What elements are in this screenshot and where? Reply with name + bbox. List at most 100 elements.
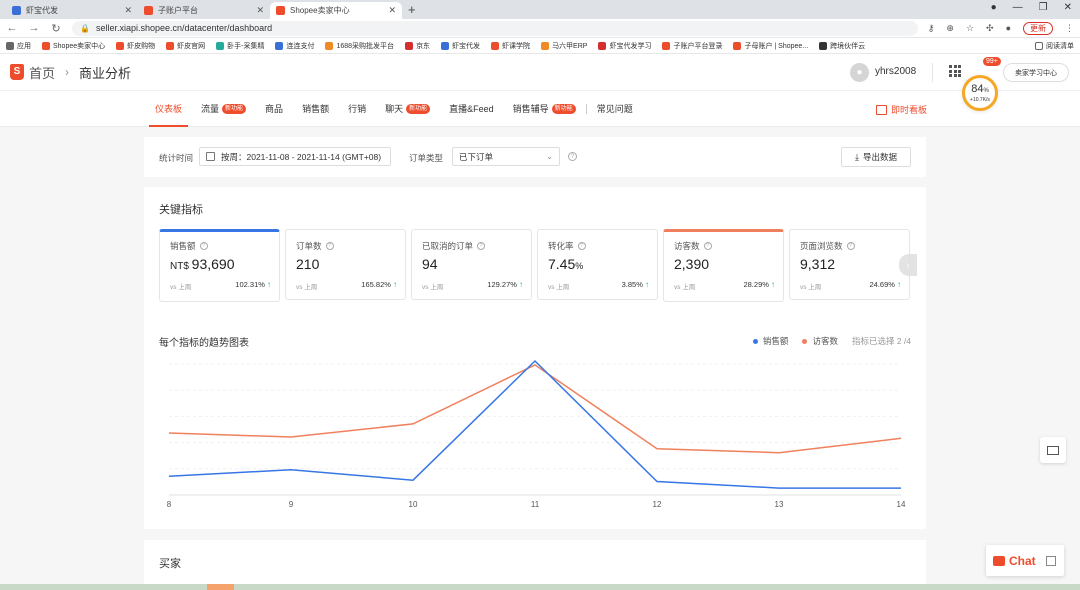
chevron-right-icon[interactable]: › [899, 254, 917, 276]
extensions-icon[interactable]: ✣ [986, 23, 994, 34]
metric-card[interactable]: 转化率? 7.45% vs 上周 3.85% ↑ [537, 229, 658, 300]
bookmark-icon [662, 41, 671, 50]
avatar[interactable]: ● [850, 63, 869, 82]
new-tab-button[interactable]: + [408, 2, 416, 19]
tab-7[interactable]: 销售辅导 新功能 [513, 91, 576, 127]
tab-5[interactable]: 聊天 新功能 [385, 91, 431, 127]
account-icon[interactable]: ● [1006, 23, 1011, 33]
username[interactable]: yhrs2008 [875, 66, 916, 77]
reading-list[interactable]: 阅读清单 [1035, 41, 1074, 51]
reload-icon[interactable]: ↻ [50, 22, 62, 35]
back-icon[interactable]: ← [6, 22, 18, 34]
apps-grid-icon[interactable] [949, 65, 961, 77]
window-close-icon[interactable]: ✕ [1064, 2, 1072, 13]
close-icon[interactable]: ✕ [124, 5, 132, 16]
vs-label: vs 上周 [548, 284, 570, 291]
bookmark-label: 子账户平台登录 [673, 42, 723, 50]
bookmark-item[interactable]: 卧手-采集精 [216, 41, 264, 51]
shopee-logo-icon[interactable]: S [10, 64, 24, 80]
zoom-icon[interactable]: ⊕ [946, 23, 954, 34]
metric-number: 7.45 [548, 256, 576, 272]
chat-button[interactable]: Chat [986, 545, 1064, 576]
tab-label: 仪表板 [155, 103, 183, 114]
legend-visitors[interactable]: 访客数 [802, 335, 838, 347]
bookmark-icon [441, 41, 450, 50]
tab-title: 虾宝代发 [26, 6, 58, 15]
bookmark-label: 虾皮购物 [127, 42, 156, 50]
browser-tab-1[interactable]: 子账户平台 ✕ [138, 2, 270, 19]
bookmark-item[interactable]: 虾皮官网 [166, 41, 205, 51]
tab-4[interactable]: 行销 [348, 91, 366, 127]
bookmark-item[interactable]: 虾宝代发学习 [598, 41, 651, 51]
help-icon[interactable]: ? [199, 242, 208, 250]
trend-chart-icon [876, 104, 887, 115]
bookmark-item[interactable]: 连连支付 [275, 41, 314, 51]
update-button[interactable]: 更新 [1023, 21, 1053, 35]
star-icon[interactable]: ☆ [966, 23, 974, 34]
realtime-dashboard-link[interactable]: 即时看板 [876, 103, 927, 116]
close-icon[interactable]: ✕ [256, 5, 264, 16]
taskbar-item [207, 584, 234, 590]
bookmark-icon [491, 41, 500, 50]
performance-ring[interactable]: 84% +10.7K/s [962, 75, 998, 111]
seller-learning-center-button[interactable]: 卖家学习中心 [1003, 63, 1069, 82]
key-icon[interactable]: ⚷ [928, 23, 935, 34]
metric-card[interactable]: 订单数? 210 vs 上周 165.82% ↑ [285, 229, 406, 300]
bookmark-item[interactable]: 子账户平台登录 [662, 41, 722, 51]
bookmark-item[interactable]: 虾课学院 [491, 41, 530, 51]
help-icon[interactable]: ? [703, 242, 712, 250]
tab-6[interactable]: 直播&Feed [449, 91, 494, 127]
metric-card[interactable]: 页面浏览数? 9,312 vs 上周 24.69% ↑ [789, 229, 910, 300]
maximize-icon[interactable]: ❐ [1039, 2, 1048, 13]
help-icon[interactable]: ? [846, 242, 855, 250]
metric-card[interactable]: 销售额? NT$ 93,690 vs 上周 102.31% ↑ [159, 229, 280, 302]
realtime-label: 即时看板 [891, 105, 928, 115]
message-button[interactable] [1040, 437, 1066, 463]
tab-3[interactable]: 销售额 [302, 91, 329, 127]
export-data-button[interactable]: ⤓ 导出数据 [841, 147, 911, 167]
profile-dot-icon[interactable]: ● [991, 2, 997, 13]
bookmark-item[interactable]: 应用 [6, 41, 31, 51]
metric-card[interactable]: 已取消的订单? 94 vs 上周 129.27% ↑ [411, 229, 532, 300]
bookmark-item[interactable]: 京东 [405, 41, 430, 51]
browser-tab-0[interactable]: 虾宝代发 ✕ [6, 2, 138, 19]
series-line-1[interactable] [168, 364, 902, 454]
bookmark-item[interactable]: 子母账户 | Shopee... [733, 41, 808, 51]
date-range-picker[interactable]: 按周：2021-11-08 - 2021-11-14 (GMT+08) [199, 147, 391, 166]
metric-change: 165.82% ↑ [361, 280, 397, 289]
help-icon[interactable]: ? [477, 242, 486, 250]
tab-2[interactable]: 商品 [265, 91, 283, 127]
bookmark-item[interactable]: 虾宝代发 [441, 41, 480, 51]
forward-icon[interactable]: → [28, 22, 40, 34]
bookmark-icon [216, 41, 225, 50]
help-icon[interactable]: ? [325, 242, 334, 250]
change-value: 102.31% [235, 280, 265, 289]
tab-0[interactable]: 仪表板 [148, 91, 189, 127]
close-icon[interactable]: ✕ [388, 5, 396, 16]
minimize-icon[interactable]: — [1013, 2, 1023, 13]
expand-icon[interactable] [1046, 555, 1056, 566]
bookmark-item[interactable]: 跨境伙伴云 [819, 41, 865, 51]
selected-count: 指标已选择 2 /4 [851, 336, 911, 346]
unit: % [575, 261, 584, 271]
bookmark-item[interactable]: 虾皮购物 [116, 41, 155, 51]
tab-8[interactable]: 常见问题 [597, 91, 633, 127]
metric-card[interactable]: 访客数? 2,390 vs 上周 28.29% ↑ [663, 229, 784, 302]
currency: NT$ [170, 261, 192, 272]
url-input[interactable]: 🔒 seller.xiapi.shopee.cn/datacenter/dash… [72, 20, 918, 36]
browser-tab-2[interactable]: Shopee卖家中心 ✕ [270, 2, 402, 19]
tab-1[interactable]: 流量 新功能 [201, 91, 247, 127]
metric-number: 210 [296, 256, 320, 272]
bookmark-item[interactable]: 马六甲ERP [541, 41, 587, 51]
help-icon[interactable]: ? [568, 152, 577, 161]
breadcrumb-home[interactable]: 首页 [29, 63, 55, 82]
menu-icon[interactable]: ⋮ [1065, 23, 1074, 34]
metric-change: 102.31% ↑ [235, 280, 271, 289]
help-icon[interactable]: ? [577, 242, 586, 250]
download-icon: ⤓ [855, 151, 859, 162]
order-type-select[interactable]: 已下订单 ⌄ [452, 147, 560, 166]
chart-legend: 销售额 访客数 指标已选择 2 /4 [752, 335, 911, 347]
legend-sales[interactable]: 销售额 [752, 335, 788, 347]
bookmark-item[interactable]: Shopee卖家中心 [42, 41, 105, 51]
bookmark-item[interactable]: 1688采购批发平台 [325, 41, 394, 51]
